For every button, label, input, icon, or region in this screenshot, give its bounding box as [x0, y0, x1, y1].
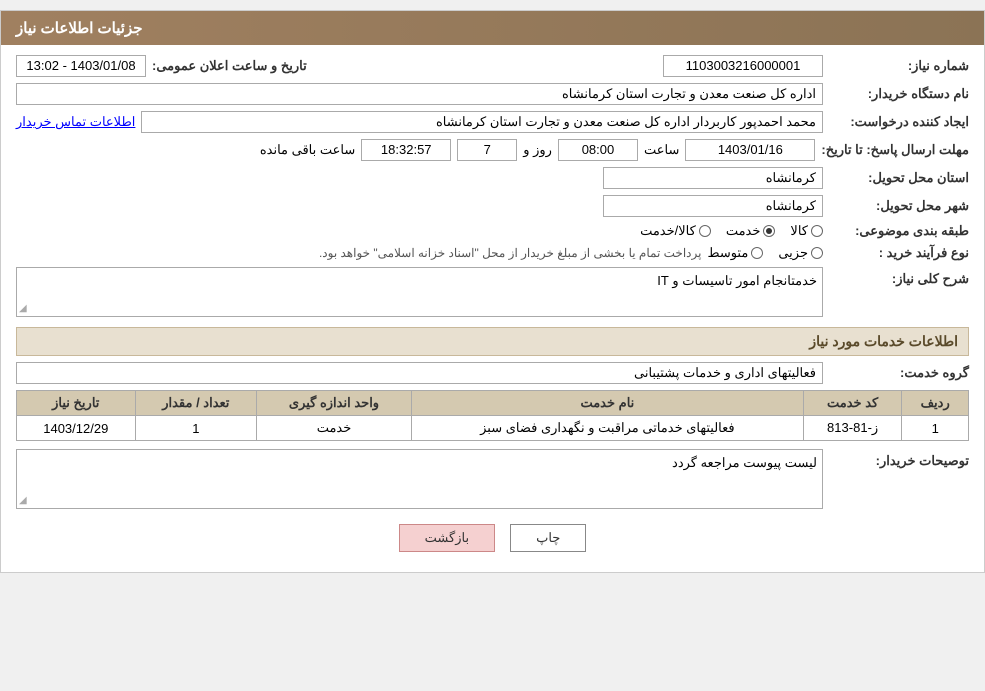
nam-dasgah-label: نام دستگاه خریدار:	[829, 86, 969, 102]
tabaqe-label: طبقه بندی موضوعی:	[829, 223, 969, 239]
col-radif: ردیف	[902, 391, 969, 416]
farayand-jozi[interactable]: جزیی	[778, 245, 823, 261]
tabaqe-khadamat-label: خدمت	[726, 223, 761, 239]
mohlat-baghimande: 18:32:57	[361, 139, 451, 161]
sharh-label: شرح کلی نیاز:	[829, 267, 969, 287]
row-groh: گروه خدمت: فعالیتهای اداری و خدمات پشتیب…	[16, 362, 969, 384]
farayand-label: نوع فرآیند خرید :	[829, 245, 969, 261]
mohlat-label: مهلت ارسال پاسخ: تا تاریخ:	[821, 142, 969, 158]
cell-tarikNiaz: 1403/12/29	[17, 416, 136, 441]
tarik-alan-label: تاریخ و ساعت اعلان عمومی:	[152, 58, 307, 74]
row-sharh: شرح کلی نیاز: خدمتانجام امور تاسیسات و I…	[16, 267, 969, 317]
ejad-value: محمد احمدپور کاربردار اداره کل صنعت معدن…	[141, 111, 823, 133]
khadamat-section-title: اطلاعات خدمات مورد نیاز	[16, 327, 969, 356]
row-mohlat: مهلت ارسال پاسخ: تا تاریخ: 1403/01/16 سا…	[16, 139, 969, 161]
groh-label: گروه خدمت:	[829, 365, 969, 381]
ostan-value: کرمانشاه	[603, 167, 823, 189]
shahr-label: شهر محل تحویل:	[829, 198, 969, 214]
content-area: شماره نیاز: 1103003216000001 تاریخ و ساع…	[1, 45, 984, 572]
groh-value: فعالیتهای اداری و خدمات پشتیبانی	[16, 362, 823, 384]
farayand-text: پرداخت تمام یا بخشی از مبلغ خریدار از مح…	[319, 246, 702, 260]
mohlat-saat-label: ساعت	[644, 142, 679, 158]
mohlat-roz: 7	[457, 139, 517, 161]
farayand-jozi-radio[interactable]	[811, 247, 823, 259]
row-shomare-tarik: شماره نیاز: 1103003216000001 تاریخ و ساع…	[16, 55, 969, 77]
col-kod: کد خدمت	[803, 391, 901, 416]
tozihat-value: لیست پیوست مراجعه گردد	[672, 455, 817, 470]
tarik-alan-value: 1403/01/08 - 13:02	[16, 55, 146, 77]
ejad-label: ایجاد کننده درخواست:	[829, 114, 969, 130]
page-wrapper: جزئیات اطلاعات نیاز شماره نیاز: 11030032…	[0, 10, 985, 573]
row-farayand: نوع فرآیند خرید : جزیی متوسط پرداخت تمام…	[16, 245, 969, 261]
print-button[interactable]: چاپ	[510, 524, 586, 552]
row-tozihat: توصیحات خریدار: لیست پیوست مراجعه گردد ◢	[16, 449, 969, 509]
tabaqe-khadamat[interactable]: خدمت	[726, 223, 776, 239]
page-header: جزئیات اطلاعات نیاز	[1, 11, 984, 45]
shomare-niaz-label: شماره نیاز:	[829, 58, 969, 74]
shomare-niaz-value: 1103003216000001	[663, 55, 823, 77]
tozihat-resize-icon: ◢	[19, 495, 27, 506]
ejad-link[interactable]: اطلاعات تماس خریدار	[16, 114, 135, 130]
farayand-radio-group: جزیی متوسط	[707, 245, 823, 261]
mohlat-roz-label: روز و	[523, 142, 552, 158]
page-title: جزئیات اطلاعات نیاز	[16, 20, 143, 37]
cell-radif: 1	[902, 416, 969, 441]
sharh-box: خدمتانجام امور تاسیسات و IT ◢	[16, 267, 823, 317]
row-ejad: ایجاد کننده درخواست: محمد احمدپور کاربرد…	[16, 111, 969, 133]
mohlat-baghimande-label: ساعت باقی مانده	[260, 142, 355, 158]
mohlat-time: 08:00	[558, 139, 638, 161]
mohlat-date: 1403/01/16	[685, 139, 815, 161]
ostan-label: استان محل تحویل:	[829, 170, 969, 186]
farayand-mota[interactable]: متوسط	[707, 245, 763, 261]
shahr-value: کرمانشاه	[603, 195, 823, 217]
resize-icon: ◢	[19, 303, 27, 314]
tozihat-box: لیست پیوست مراجعه گردد ◢	[16, 449, 823, 509]
row-shahr: شهر محل تحویل: کرمانشاه	[16, 195, 969, 217]
farayand-jozi-label: جزیی	[778, 245, 808, 261]
cell-tedad: 1	[135, 416, 257, 441]
col-tarik: تاریخ نیاز	[17, 391, 136, 416]
col-nam: نام خدمت	[411, 391, 803, 416]
farayand-mota-label: متوسط	[707, 245, 748, 261]
row-tabaqe: طبقه بندی موضوعی: کالا خدمت کالا/خدمت	[16, 223, 969, 239]
col-tedad: تعداد / مقدار	[135, 391, 257, 416]
tabaqe-kala[interactable]: کالا	[790, 223, 823, 239]
service-table: ردیف کد خدمت نام خدمت واحد اندازه گیری ت…	[16, 390, 969, 441]
nam-dasgah-value: اداره کل صنعت معدن و تجارت استان کرمانشا…	[16, 83, 823, 105]
cell-kodKhadamat: ز-81-813	[803, 416, 901, 441]
tabaqe-kala-label: کالا	[790, 223, 808, 239]
back-button[interactable]: بازگشت	[399, 524, 495, 552]
row-nam-dasgah: نام دستگاه خریدار: اداره کل صنعت معدن و …	[16, 83, 969, 105]
tabaqe-khadamat-radio[interactable]	[763, 225, 775, 237]
tabaqe-kala-khadamat-radio[interactable]	[699, 225, 711, 237]
table-row: 1ز-81-813فعالیتهای خدماتی مراقبت و نگهدا…	[17, 416, 969, 441]
tozihat-label: توصیحات خریدار:	[829, 449, 969, 469]
row-ostan: استان محل تحویل: کرمانشاه	[16, 167, 969, 189]
buttons-row: چاپ بازگشت	[16, 524, 969, 552]
sharh-value: خدمتانجام امور تاسیسات و IT	[657, 273, 817, 288]
tabaqe-kala-khadamat[interactable]: کالا/خدمت	[640, 223, 711, 239]
tabaqe-radio-group: کالا خدمت کالا/خدمت	[640, 223, 823, 239]
col-vahed: واحد اندازه گیری	[257, 391, 412, 416]
cell-vahedAndaze: خدمت	[257, 416, 412, 441]
tabaqe-kala-radio[interactable]	[811, 225, 823, 237]
farayand-mota-radio[interactable]	[751, 247, 763, 259]
cell-namKhadamat: فعالیتهای خدماتی مراقبت و نگهداری فضای س…	[411, 416, 803, 441]
tabaqe-kala-khadamat-label: کالا/خدمت	[640, 223, 696, 239]
